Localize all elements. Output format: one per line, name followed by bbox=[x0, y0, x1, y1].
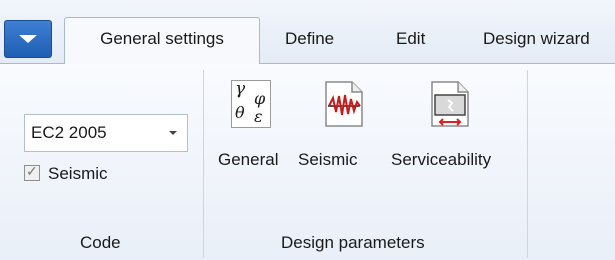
app-menu-button[interactable] bbox=[4, 20, 52, 58]
tab-design-wizard[interactable]: Design wizard bbox=[483, 18, 590, 62]
code-select-value: EC2 2005 bbox=[31, 123, 107, 142]
chevron-down-icon bbox=[169, 131, 177, 135]
code-select[interactable]: EC2 2005 bbox=[24, 114, 188, 152]
seismic-checkbox[interactable]: ✓ bbox=[24, 163, 40, 181]
tab-define[interactable]: Define bbox=[285, 18, 334, 62]
group-separator bbox=[527, 70, 528, 258]
greek-symbols-document-icon: γ φ θ ε bbox=[228, 78, 276, 130]
ribbon-panel: EC2 2005 ✓ Seismic Code γ φ θ ε General bbox=[0, 63, 615, 260]
serviceability-icon bbox=[426, 78, 474, 130]
design-parameters-group-label: Design parameters bbox=[281, 233, 425, 252]
tab-general-settings[interactable]: General settings bbox=[64, 17, 260, 64]
seismic-button-label: Seismic bbox=[298, 150, 358, 169]
checkmark-icon: ✓ bbox=[26, 163, 38, 179]
dropdown-triangle-icon bbox=[19, 35, 37, 43]
seismic-checkbox-label[interactable]: Seismic bbox=[48, 164, 108, 184]
serviceability-button-label: Serviceability bbox=[391, 150, 492, 169]
general-button-label: General bbox=[218, 150, 279, 169]
group-separator bbox=[203, 70, 204, 258]
seismic-wave-icon bbox=[320, 78, 368, 130]
tab-edit[interactable]: Edit bbox=[396, 18, 425, 62]
code-group-label: Code bbox=[80, 233, 121, 252]
ribbon-tabstrip: General settings Define Edit Design wiza… bbox=[0, 0, 615, 64]
